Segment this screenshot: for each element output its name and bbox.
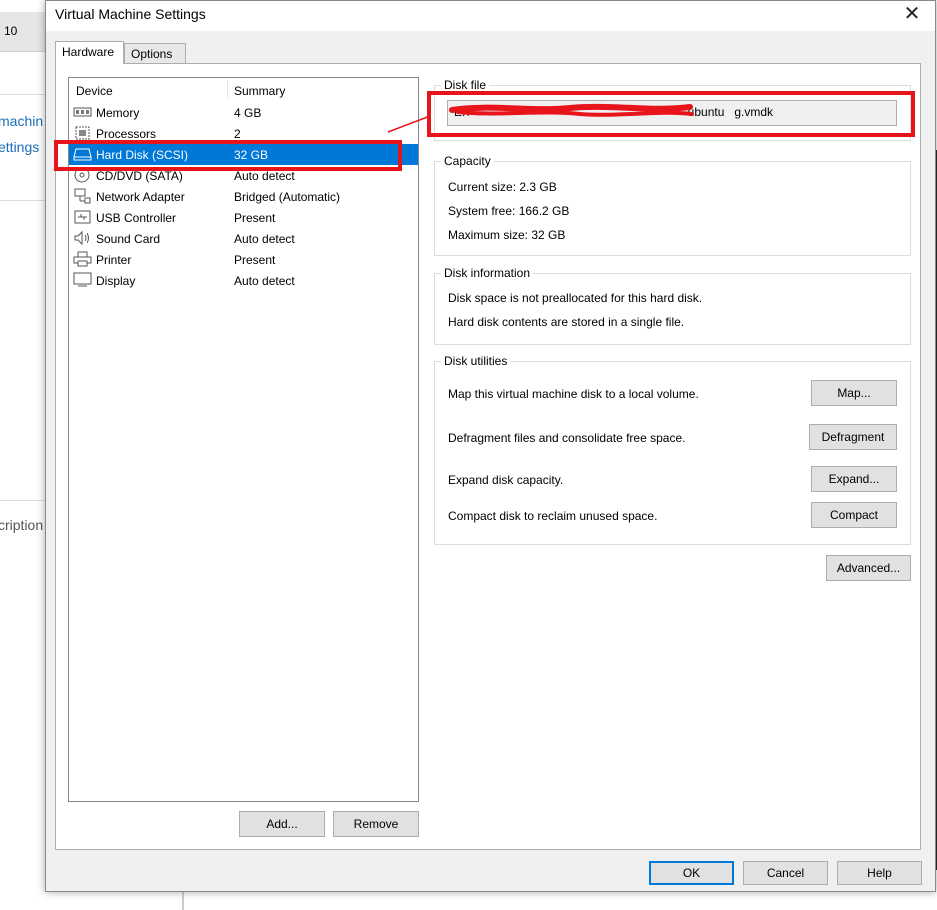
map-description: Map this virtual machine disk to a local… xyxy=(448,387,699,401)
device-summary: Auto detect xyxy=(234,232,295,246)
background-divider xyxy=(0,200,45,201)
add-device-button[interactable]: Add... xyxy=(239,811,325,837)
column-separator[interactable] xyxy=(227,80,228,99)
system-free-text: System free: 166.2 GB xyxy=(448,204,570,218)
background-tab-number[interactable]: 10 xyxy=(4,24,17,38)
disk-utilities-label: Disk utilities xyxy=(441,354,511,368)
current-size-text: Current size: 2.3 GB xyxy=(448,180,557,194)
compact-button[interactable]: Compact xyxy=(811,502,897,528)
disk-info-line-1: Disk space is not preallocated for this … xyxy=(448,291,703,305)
annotation-box-hard-disk xyxy=(54,140,402,171)
background-divider xyxy=(0,94,45,95)
device-name: Printer xyxy=(96,253,132,267)
cancel-button[interactable]: Cancel xyxy=(743,861,828,885)
device-name: Sound Card xyxy=(96,232,161,246)
disk-information-group: Disk information Disk space is not preal… xyxy=(434,266,911,345)
device-summary: 4 GB xyxy=(234,106,262,120)
tab-options[interactable]: Options xyxy=(124,43,186,63)
defragment-button[interactable]: Defragment xyxy=(809,424,897,450)
close-icon: ✕ xyxy=(903,3,921,25)
close-button[interactable]: ✕ xyxy=(899,3,925,27)
device-row-usb-controller[interactable]: USB Controller Present xyxy=(69,207,418,228)
advanced-button[interactable]: Advanced... xyxy=(826,555,911,581)
annotation-redaction-scribble xyxy=(387,103,694,133)
background-description-label: cription xyxy=(0,517,44,533)
title-bar[interactable]: Virtual Machine Settings ✕ xyxy=(46,1,935,31)
hardware-panel: Device Summary Memory 4 GB Processors 2 … xyxy=(55,63,921,850)
expand-description: Expand disk capacity. xyxy=(448,473,564,487)
capacity-label: Capacity xyxy=(441,154,494,168)
device-summary: Present xyxy=(234,211,276,225)
device-name: Network Adapter xyxy=(96,190,185,204)
usb-icon xyxy=(74,210,91,224)
device-row-memory[interactable]: Memory 4 GB xyxy=(69,102,418,123)
ok-button[interactable]: OK xyxy=(649,861,734,885)
defragment-description: Defragment files and consolidate free sp… xyxy=(448,431,686,445)
monitor-icon xyxy=(73,272,92,287)
capacity-group: Capacity Current size: 2.3 GB System fre… xyxy=(434,154,911,256)
device-summary: 2 xyxy=(234,127,241,141)
background-divider xyxy=(0,500,45,501)
map-button[interactable]: Map... xyxy=(811,380,897,406)
dialog-title: Virtual Machine Settings xyxy=(55,6,206,22)
network-adapter-icon xyxy=(74,188,91,204)
memory-icon xyxy=(73,107,92,117)
device-summary: Present xyxy=(234,253,276,267)
device-name: Processors xyxy=(96,127,157,141)
help-button[interactable]: Help xyxy=(837,861,922,885)
device-row-network-adapter[interactable]: Network Adapter Bridged (Automatic) xyxy=(69,186,418,207)
device-summary: Auto detect xyxy=(234,169,295,183)
remove-device-button[interactable]: Remove xyxy=(333,811,419,837)
device-summary: Bridged (Automatic) xyxy=(234,190,341,204)
maximum-size-text: Maximum size: 32 GB xyxy=(448,228,566,242)
device-name: CD/DVD (SATA) xyxy=(96,169,183,183)
device-summary: Auto detect xyxy=(234,274,295,288)
device-name: Display xyxy=(96,274,136,288)
device-name: Memory xyxy=(96,106,140,120)
disk-information-label: Disk information xyxy=(441,266,534,280)
device-row-sound-card[interactable]: Sound Card Auto detect xyxy=(69,228,418,249)
tab-hardware[interactable]: Hardware xyxy=(55,41,124,64)
speaker-icon xyxy=(74,230,89,246)
device-row-printer[interactable]: Printer Present xyxy=(69,249,418,270)
expand-button[interactable]: Expand... xyxy=(811,466,897,492)
processor-icon xyxy=(75,126,90,140)
device-list[interactable]: Device Summary Memory 4 GB Processors 2 … xyxy=(68,77,419,802)
device-name: USB Controller xyxy=(96,211,177,225)
disk-info-line-2: Hard disk contents are stored in a singl… xyxy=(448,315,685,329)
background-link-machine[interactable]: machin xyxy=(0,113,43,129)
background-link-settings[interactable]: ettings xyxy=(0,139,39,155)
compact-description: Compact disk to reclaim unused space. xyxy=(448,509,658,523)
device-list-header: Device Summary xyxy=(69,78,418,100)
device-row-display[interactable]: Display Auto detect xyxy=(69,270,418,291)
printer-icon xyxy=(73,251,92,267)
disk-utilities-group: Disk utilities Map this virtual machine … xyxy=(434,354,911,545)
column-header-device[interactable]: Device xyxy=(76,84,113,98)
column-header-summary[interactable]: Summary xyxy=(234,84,285,98)
